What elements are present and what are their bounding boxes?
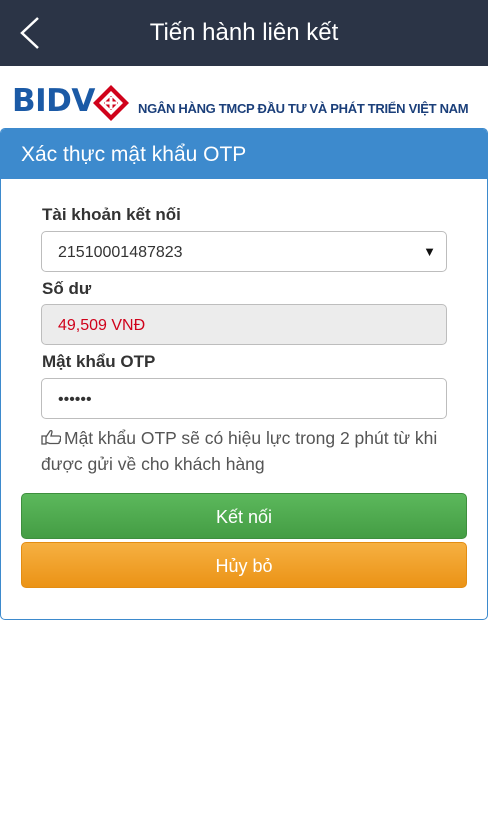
- app-header: Tiến hành liên kết: [0, 0, 488, 66]
- cancel-button[interactable]: Hủy bỏ: [21, 542, 467, 588]
- panel-title: Xác thực mật khẩu OTP: [1, 129, 487, 179]
- balance-field: 49,509 VNĐ: [41, 304, 447, 345]
- dropdown-caret-icon: ▼: [423, 244, 436, 259]
- account-label: Tài khoản kết nối: [42, 205, 181, 224]
- bidv-logo-text: BIDV: [12, 83, 95, 119]
- bank-brand-banner: BIDV NGÂN HÀNG TMCP ĐẦU TƯ VÀ PHÁT TRIỂN…: [0, 66, 488, 128]
- connect-button[interactable]: Kết nối: [21, 493, 467, 539]
- otp-note: Mật khẩu OTP sẽ có hiệu lực trong 2 phút…: [41, 425, 461, 477]
- page-title: Tiến hành liên kết: [149, 19, 339, 46]
- bank-name: NGÂN HÀNG TMCP ĐẦU TƯ VÀ PHÁT TRIỂN VIỆT…: [138, 101, 469, 116]
- otp-note-text: Mật khẩu OTP sẽ có hiệu lực trong 2 phút…: [41, 428, 438, 474]
- hand-pointer-icon: [41, 430, 61, 445]
- balance-label: Số dư: [42, 279, 92, 298]
- account-select[interactable]: 21510001487823 ▼: [41, 231, 447, 272]
- balance-value: 49,509 VNĐ: [58, 317, 146, 334]
- bidv-logo-icon: [93, 85, 129, 121]
- otp-input[interactable]: ••••••: [41, 378, 447, 419]
- otp-value: ••••••: [58, 391, 92, 408]
- otp-label: Mật khẩu OTP: [42, 352, 156, 371]
- account-value: 21510001487823: [58, 244, 183, 261]
